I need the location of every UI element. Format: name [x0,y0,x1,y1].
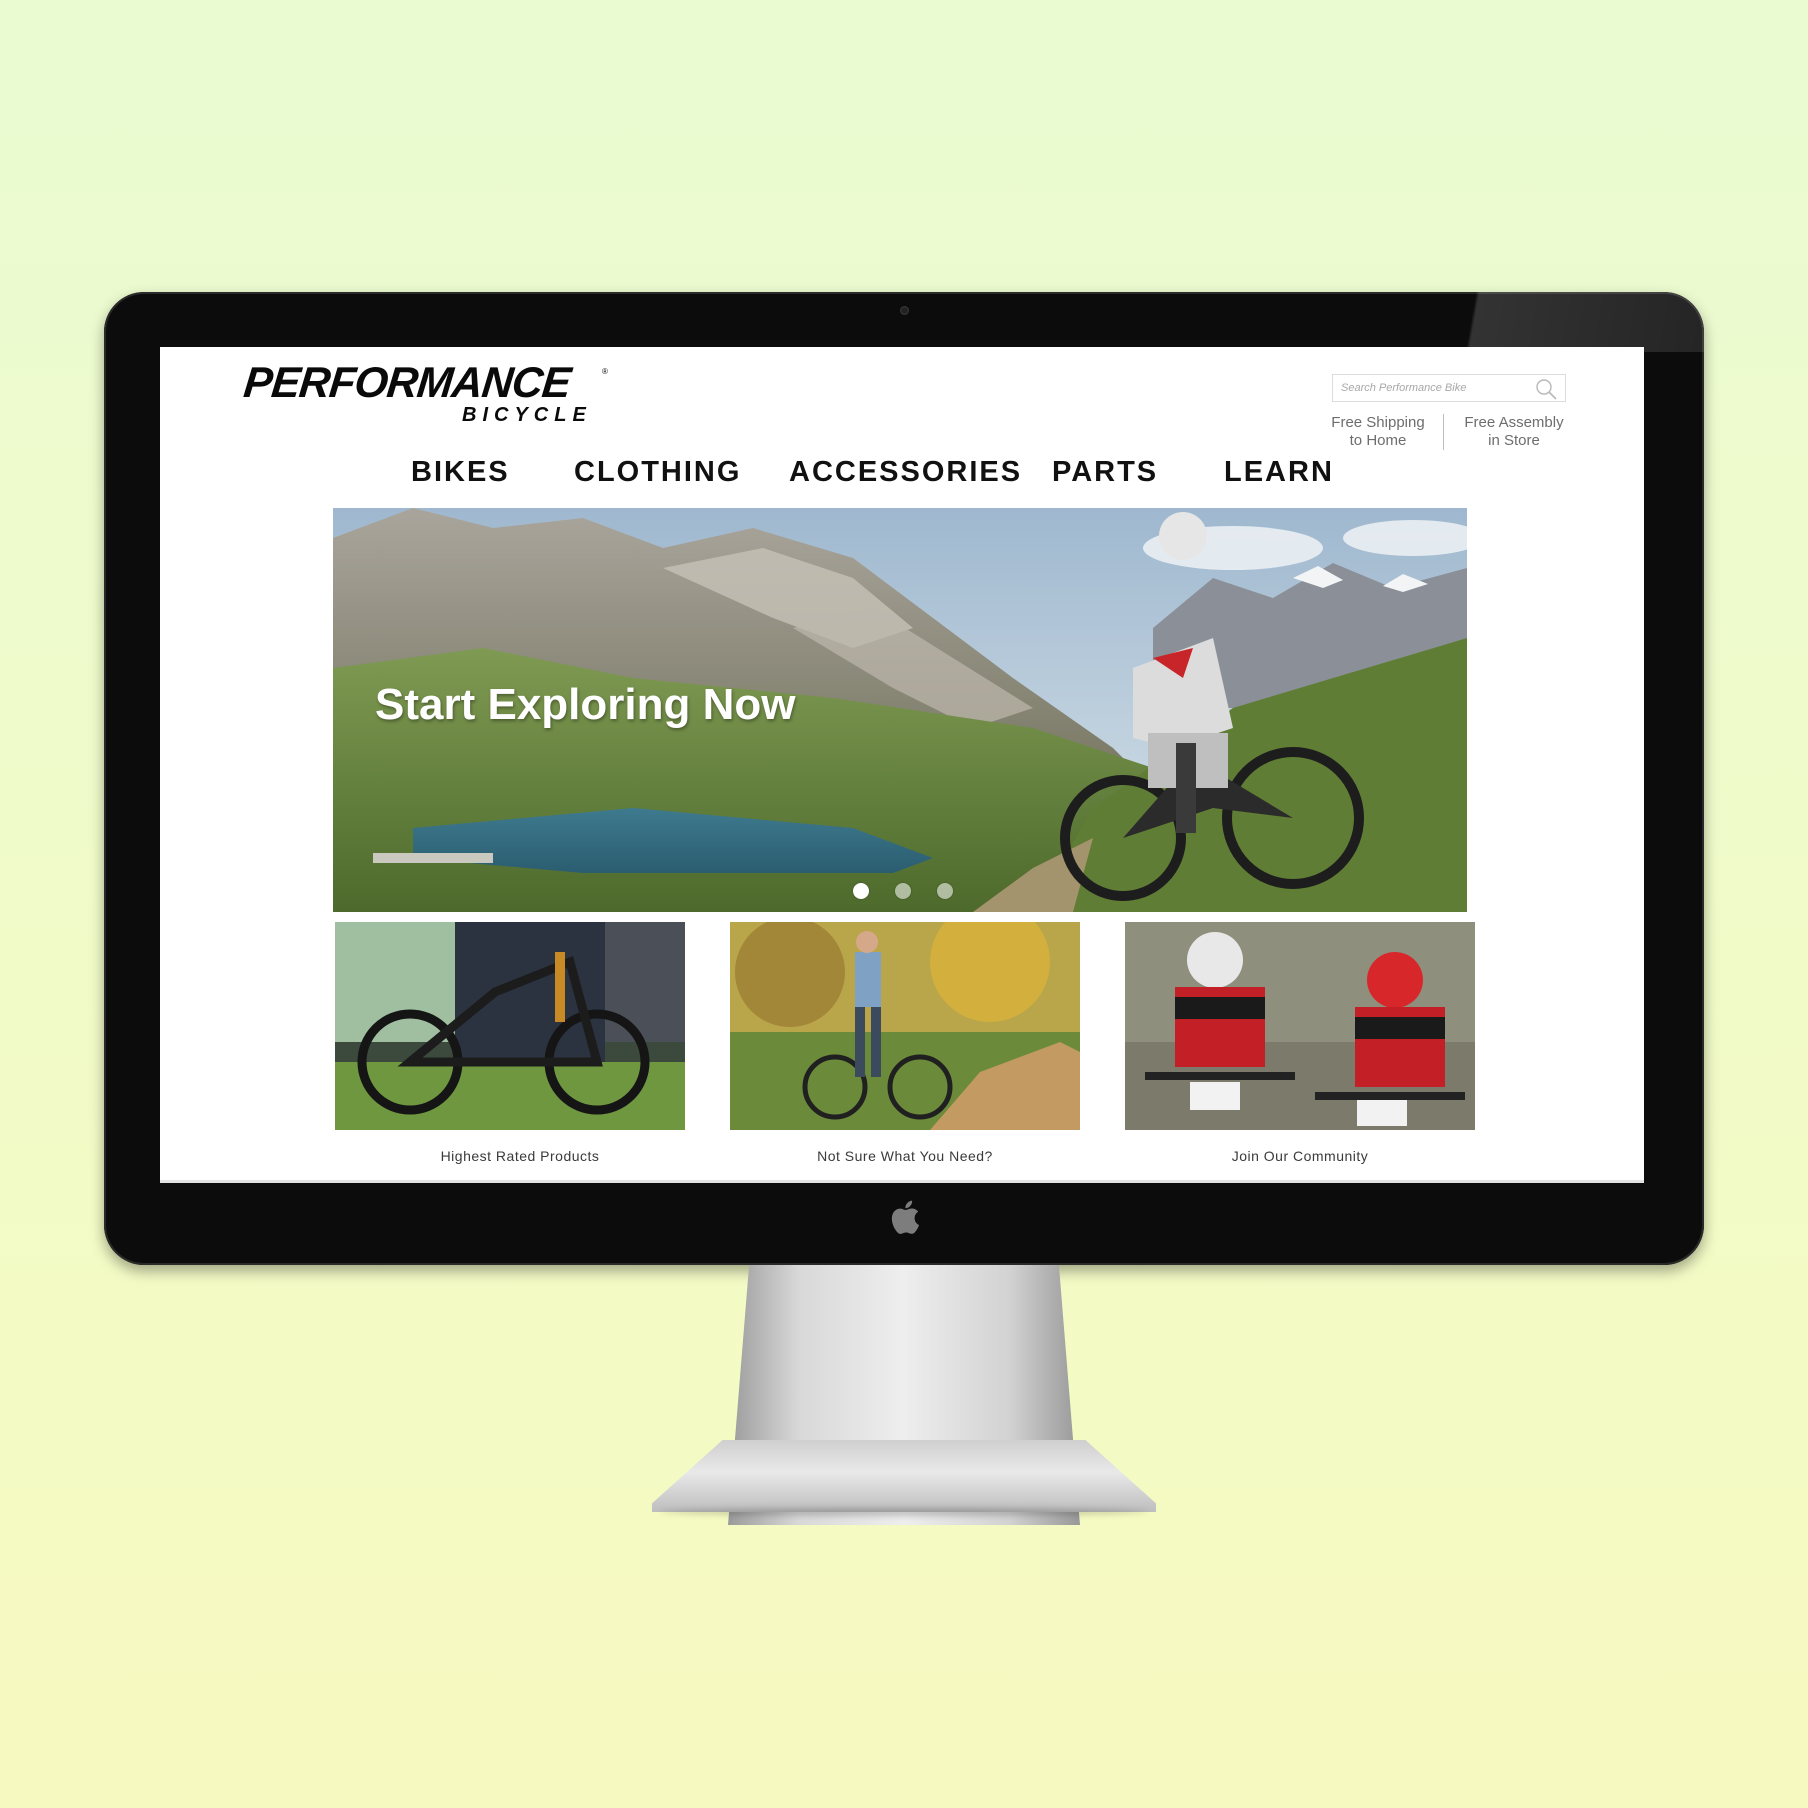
nav-item-accessories[interactable]: ACCESSORIES [789,456,1022,489]
brand-logo-main: PERFORMANCE [241,359,573,407]
carousel-dots [853,883,953,901]
nav-item-parts[interactable]: PARTS [1052,456,1158,489]
monitor-stand-shadow [660,1508,1148,1516]
nav-item-clothing[interactable]: CLOTHING [574,456,741,489]
tile-caption-not-sure[interactable]: Not Sure What You Need? [730,1148,1080,1164]
carousel-dot-3[interactable] [937,883,953,899]
apple-logo-icon [891,1200,920,1234]
tile-join-community[interactable] [1125,922,1475,1130]
brand-logo[interactable]: PERFORMANCE ® BICYCLE [241,359,607,431]
nav-item-bikes[interactable]: BIKES [411,456,510,489]
perk-line: Free Assembly [1464,414,1564,431]
perk-divider [1443,414,1444,450]
tile-not-sure[interactable] [730,922,1080,1130]
rider-trail-photo-icon [730,922,1080,1130]
perk-line: in Store [1488,432,1540,449]
search-input[interactable] [1341,379,1521,397]
bike-photo-icon [335,922,685,1130]
perk-line: Free Shipping [1331,414,1425,431]
bezel-glare [1374,292,1704,352]
search-icon[interactable] [1535,378,1557,400]
tile-highest-rated[interactable] [335,922,685,1130]
brand-logo-reg: ® [602,367,608,376]
search-box [1332,374,1566,402]
carousel-dot-1[interactable] [853,883,869,899]
monitor: PERFORMANCE ® BICYCLE Free Shipping to H… [104,292,1704,1265]
perk-free-shipping[interactable]: Free Shipping to Home [1326,414,1430,450]
racers-photo-icon [1125,922,1475,1130]
hero-title: Start Exploring Now [375,680,796,729]
perk-line: to Home [1349,432,1407,449]
carousel-dot-2[interactable] [895,883,911,899]
perk-free-assembly[interactable]: Free Assembly in Store [1456,414,1572,450]
screen: PERFORMANCE ® BICYCLE Free Shipping to H… [160,347,1644,1183]
tile-caption-join-community[interactable]: Join Our Community [1125,1148,1475,1164]
monitor-stand-base [652,1440,1156,1512]
main-nav: BIKES CLOTHING ACCESSORIES PARTS LEARN [160,456,1644,492]
screen-bottom-edge [160,1180,1644,1183]
nav-item-learn[interactable]: LEARN [1224,456,1334,489]
brand-logo-sub: BICYCLE [462,404,592,426]
camera-icon [900,306,909,315]
tile-caption-highest-rated[interactable]: Highest Rated Products [345,1148,695,1164]
hero-carousel[interactable]: Start Exploring Now [333,508,1467,912]
